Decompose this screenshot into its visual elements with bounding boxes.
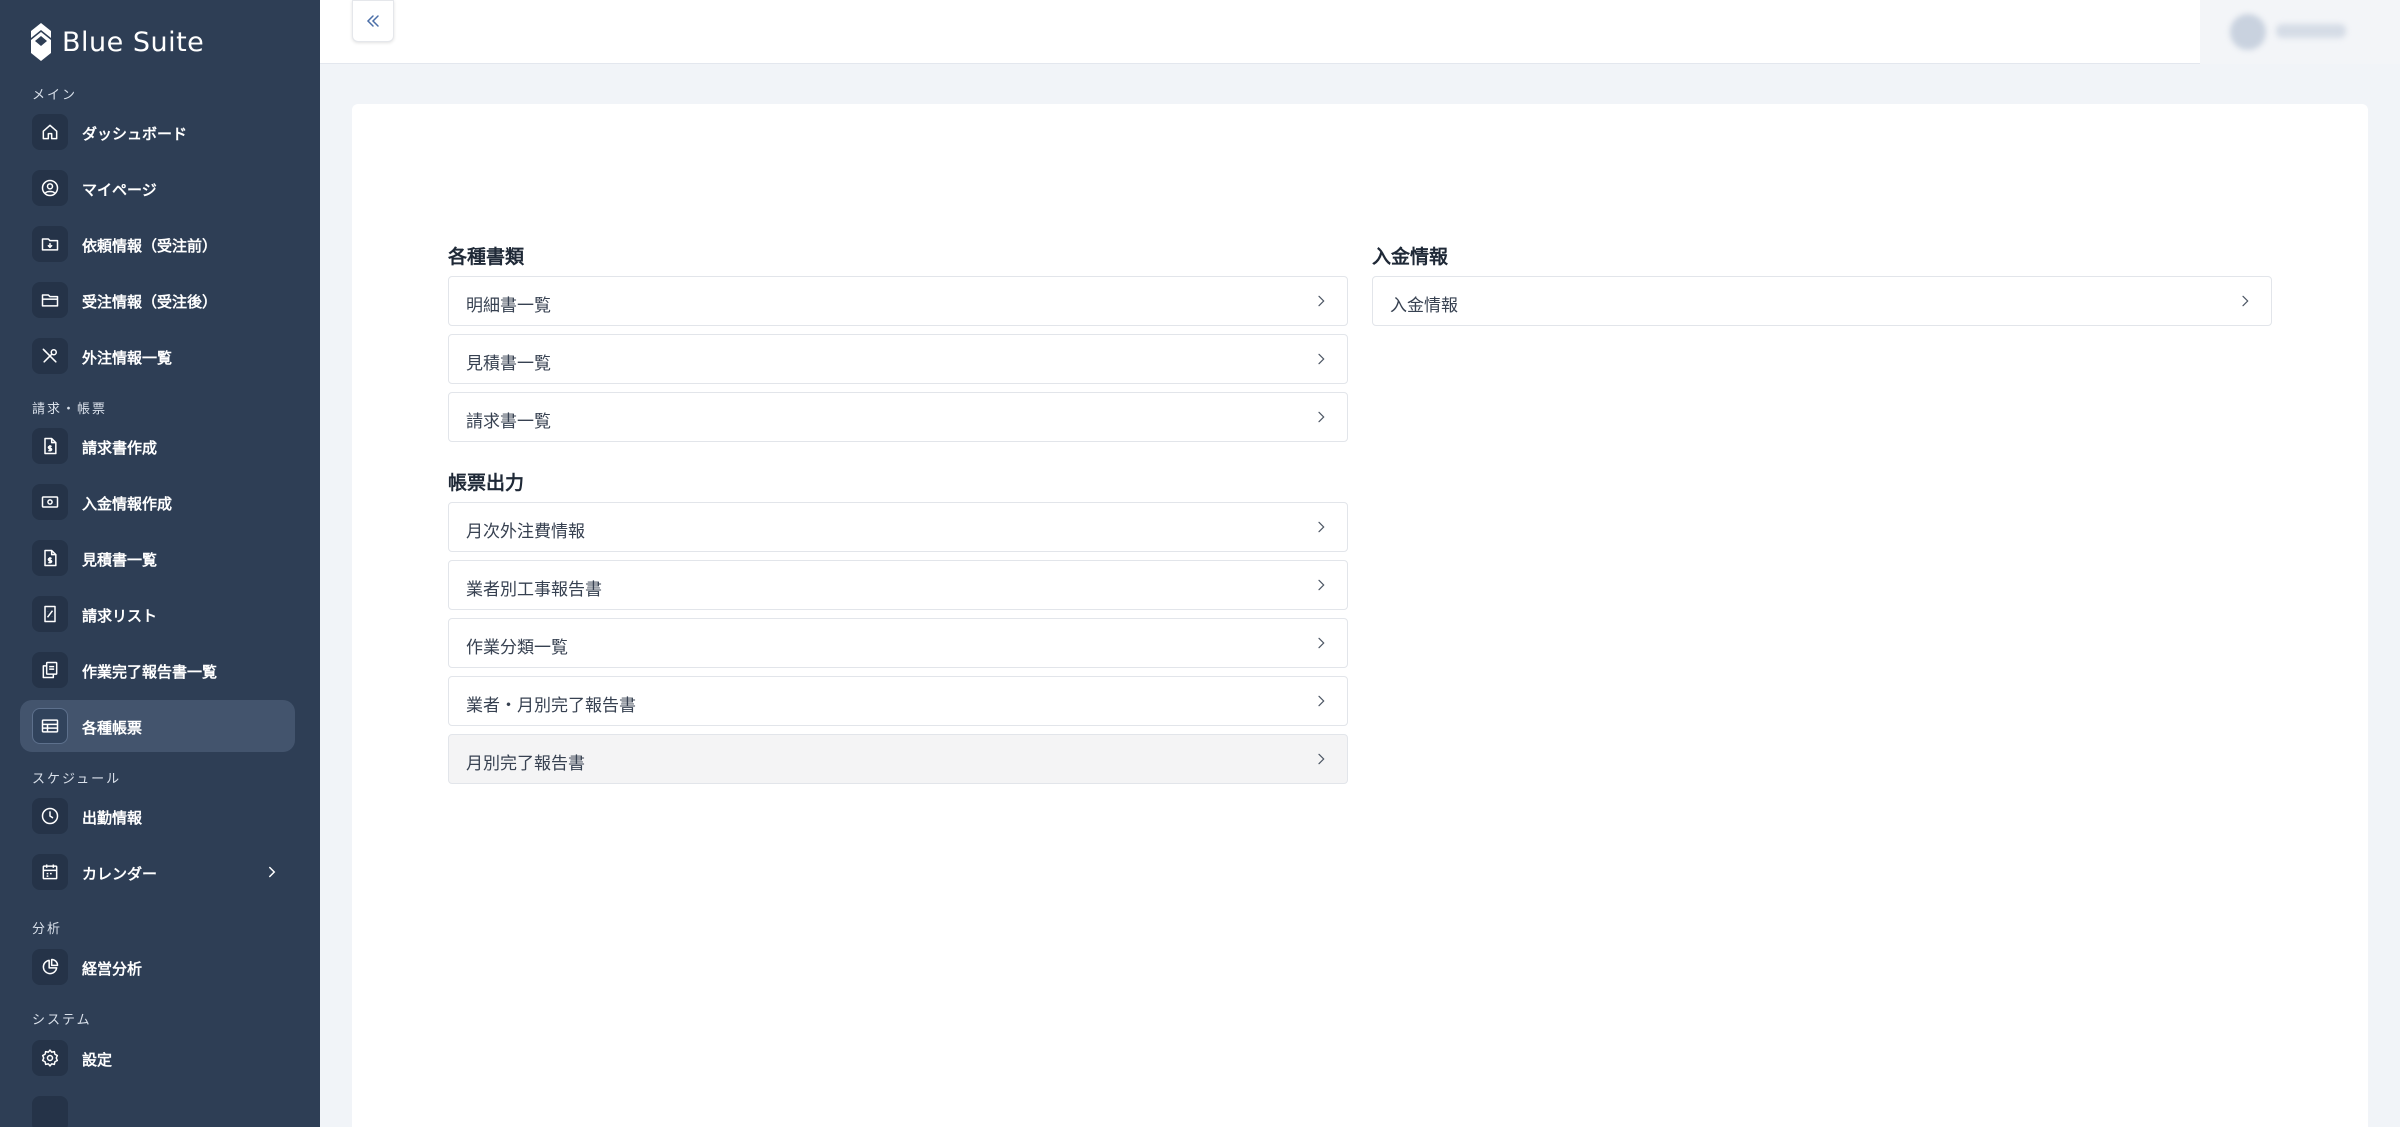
more-icon bbox=[32, 1096, 68, 1127]
sidebar-item-request-before[interactable]: 依頼情報（受注前） bbox=[20, 218, 295, 270]
sidebar-item-label: マイページ bbox=[82, 181, 157, 199]
list-item-estimates[interactable]: 見積書一覧 bbox=[448, 334, 1348, 384]
group-title-documents: 各種書類 bbox=[448, 246, 525, 268]
sidebar-item-label: ダッシュボード bbox=[82, 125, 188, 143]
chevron-right-icon bbox=[1318, 353, 1325, 365]
home-icon bbox=[32, 114, 68, 150]
list-item-label: 作業分類一覧 bbox=[466, 638, 568, 658]
sidebar-item-attendance[interactable]: 出勤情報 bbox=[20, 790, 295, 842]
chart-pie-icon bbox=[32, 949, 68, 985]
chevron-right-icon bbox=[1318, 521, 1325, 533]
cash-icon bbox=[32, 484, 68, 520]
sidebar-item-order-after[interactable]: 受注情報（受注後） bbox=[20, 274, 295, 326]
sidebar-item-label: 受注情報（受注後） bbox=[82, 293, 218, 311]
chevron-right-icon bbox=[2242, 295, 2249, 307]
section-label-schedule: スケジュール bbox=[32, 772, 122, 787]
sidebar-item-invoice-list[interactable]: 請求リスト bbox=[20, 588, 295, 640]
list-item-vendor-construction-report[interactable]: 業者別工事報告書 bbox=[448, 560, 1348, 610]
chevron-right-icon bbox=[1318, 579, 1325, 591]
file-dollar-icon bbox=[32, 540, 68, 576]
list-item-label: 業者別工事報告書 bbox=[466, 580, 602, 600]
section-label-system: システム bbox=[32, 1013, 92, 1028]
sidebar: Blue Suite メイン ダッシュボード マイページ 依頼情報（受注前） 受… bbox=[0, 0, 320, 1127]
chevron-right-icon bbox=[1318, 411, 1325, 423]
sidebar-item-payment-create[interactable]: 入金情報作成 bbox=[20, 476, 295, 528]
main-content: 各種書類 明細書一覧 見積書一覧 請求書一覧 帳票出力 月次外注費情報 業者別工… bbox=[352, 104, 2368, 1127]
tools-icon bbox=[32, 338, 68, 374]
sidebar-item-dashboard[interactable]: ダッシュボード bbox=[20, 106, 295, 158]
user-name bbox=[2276, 24, 2346, 38]
sidebar-item-outsourcing[interactable]: 外注情報一覧 bbox=[20, 330, 295, 382]
sidebar-item-label: 入金情報作成 bbox=[82, 495, 173, 513]
user-circle-icon bbox=[32, 170, 68, 206]
sidebar-item-settings[interactable]: 設定 bbox=[20, 1032, 295, 1084]
list-item-vendor-monthly-completion[interactable]: 業者・月別完了報告書 bbox=[448, 676, 1348, 726]
calendar-icon bbox=[32, 854, 68, 890]
list-item-label: 請求書一覧 bbox=[466, 412, 551, 432]
list-item-statements[interactable]: 明細書一覧 bbox=[448, 276, 1348, 326]
list-item-label: 月次外注費情報 bbox=[466, 522, 585, 542]
folder-icon bbox=[32, 282, 68, 318]
list-item-label: 業者・月別完了報告書 bbox=[466, 696, 636, 716]
list-item-label: 入金情報 bbox=[1390, 296, 1458, 316]
chevron-right-icon bbox=[1318, 295, 1325, 307]
sidebar-item-label: 出勤情報 bbox=[82, 809, 143, 827]
group-title-payment: 入金情報 bbox=[1372, 246, 1449, 268]
chevron-right-icon[interactable] bbox=[263, 863, 281, 881]
sidebar-item-label: カレンダー bbox=[82, 865, 158, 883]
user-menu[interactable] bbox=[2200, 0, 2400, 64]
list-item-monthly-outsourcing[interactable]: 月次外注費情報 bbox=[448, 502, 1348, 552]
top-bar bbox=[320, 0, 2200, 64]
app-logo[interactable]: Blue Suite bbox=[30, 22, 204, 62]
sidebar-item-label: 請求書作成 bbox=[82, 439, 158, 457]
file-dollar-icon bbox=[32, 428, 68, 464]
sidebar-item-label: 作業完了報告書一覧 bbox=[82, 663, 218, 681]
sidebar-item-documents[interactable]: 各種帳票 bbox=[20, 700, 295, 752]
sidebar-item-label: 各種帳票 bbox=[82, 719, 143, 737]
list-item-label: 明細書一覧 bbox=[466, 296, 551, 316]
list-item-payment-info[interactable]: 入金情報 bbox=[1372, 276, 2272, 326]
receipt-icon bbox=[32, 596, 68, 632]
list-item-work-category[interactable]: 作業分類一覧 bbox=[448, 618, 1348, 668]
app-name: Blue Suite bbox=[62, 26, 205, 58]
list-item-label: 見積書一覧 bbox=[466, 354, 551, 374]
chevron-right-icon bbox=[1318, 753, 1325, 765]
list-item-monthly-completion[interactable]: 月別完了報告書 bbox=[448, 734, 1348, 784]
sidebar-item-business-analysis[interactable]: 経営分析 bbox=[20, 941, 295, 993]
section-label-main: メイン bbox=[32, 88, 78, 103]
section-label-billing: 請求・帳票 bbox=[32, 402, 108, 417]
list-item-invoices[interactable]: 請求書一覧 bbox=[448, 392, 1348, 442]
sidebar-item-label: 依頼情報（受注前） bbox=[82, 237, 218, 255]
chevron-right-icon bbox=[1318, 637, 1325, 649]
avatar bbox=[2230, 14, 2266, 50]
copy-icon bbox=[32, 652, 68, 688]
sidebar-item-label: 見積書一覧 bbox=[82, 551, 158, 569]
sidebar-item-estimate-list[interactable]: 見積書一覧 bbox=[20, 532, 295, 584]
sidebar-item-completion-reports[interactable]: 作業完了報告書一覧 bbox=[20, 644, 295, 696]
sidebar-item-label: 経営分析 bbox=[82, 960, 143, 978]
sidebar-item-calendar[interactable]: カレンダー bbox=[20, 846, 295, 898]
sidebar-item-label: 外注情報一覧 bbox=[82, 349, 173, 367]
chevrons-left-icon bbox=[366, 15, 379, 27]
collapse-sidebar-button[interactable] bbox=[352, 0, 394, 42]
sidebar-item-mypage[interactable]: マイページ bbox=[20, 162, 295, 214]
gear-icon bbox=[32, 1040, 68, 1076]
table-icon bbox=[32, 708, 68, 744]
sidebar-item-more[interactable] bbox=[20, 1088, 295, 1127]
sidebar-item-label: 請求リスト bbox=[82, 607, 158, 625]
sidebar-item-label: 設定 bbox=[82, 1051, 113, 1069]
chevron-right-icon bbox=[1318, 695, 1325, 707]
folder-download-icon bbox=[32, 226, 68, 262]
list-item-label: 月別完了報告書 bbox=[466, 754, 585, 774]
sidebar-item-invoice-create[interactable]: 請求書作成 bbox=[20, 420, 295, 472]
clock-icon bbox=[32, 798, 68, 834]
section-label-analysis: 分析 bbox=[32, 922, 63, 937]
group-title-output: 帳票出力 bbox=[448, 472, 525, 494]
logo-icon bbox=[31, 23, 51, 61]
